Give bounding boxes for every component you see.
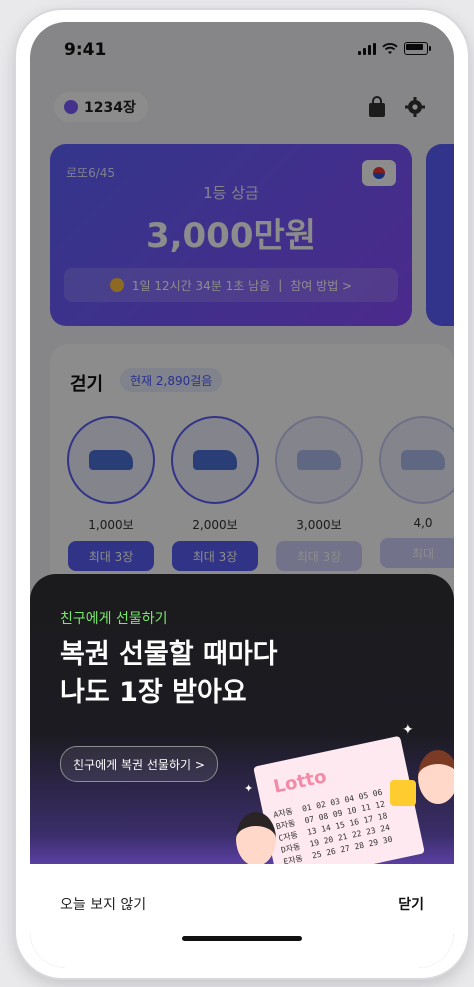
promo-banner[interactable]: 친구에게 선물하기 복권 선물할 때마다 나도 1장 받아요 친구에게 복권 선… <box>30 574 454 885</box>
dont-show-today-button[interactable]: 오늘 보지 않기 <box>60 894 146 914</box>
home-indicator <box>182 936 302 941</box>
child-illustration <box>236 812 276 866</box>
sheet-footer: 오늘 보지 않기 닫기 <box>30 864 454 968</box>
ticket-logo: Lotto <box>271 766 329 798</box>
lotto-ticket-illustration: Lotto A자동 01 02 03 04 05 06 B자동 07 08 09… <box>253 735 425 885</box>
sparkle-icon: ✦ <box>244 782 254 795</box>
promo-title-line1: 복권 선물할 때마다 <box>60 639 278 670</box>
close-button[interactable]: 닫기 <box>398 894 424 914</box>
promo-title: 복권 선물할 때마다 나도 1장 받아요 <box>60 636 278 712</box>
ticket-numbers: A자동 01 02 03 04 05 06 B자동 07 08 09 10 11… <box>272 787 394 867</box>
sparkle-icon: ✦ <box>402 722 414 738</box>
app-screen: 9:41 1234장 로또6/45 1등 상금 3,000만원 1일 12시간 … <box>30 22 454 968</box>
promo-kicker: 친구에게 선물하기 <box>60 611 168 627</box>
child-illustration <box>418 750 454 804</box>
gift-icon <box>390 780 416 806</box>
gift-promo-sheet: 친구에게 선물하기 복권 선물할 때마다 나도 1장 받아요 친구에게 복권 선… <box>30 574 454 968</box>
gift-lotto-button[interactable]: 친구에게 복권 선물하기 > <box>60 746 218 782</box>
promo-title-line2: 나도 1장 받아요 <box>60 677 247 708</box>
phone-frame: 9:41 1234장 로또6/45 1등 상금 3,000만원 1일 12시간 … <box>16 10 468 978</box>
